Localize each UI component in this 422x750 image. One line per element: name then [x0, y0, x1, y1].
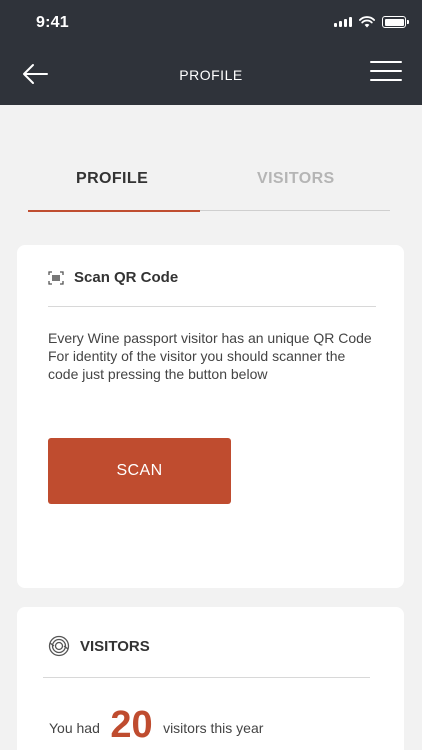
status-time: 9:41	[36, 14, 69, 31]
signal-icon	[334, 17, 352, 27]
active-tab-indicator	[28, 210, 200, 212]
tab-visitors[interactable]: VISITORS	[257, 170, 335, 188]
page-title: PROFILE	[179, 67, 243, 83]
menu-button[interactable]	[370, 61, 402, 83]
scan-description: Every Wine passport visitor has an uniqu…	[48, 330, 372, 382]
visitors-card-title: VISITORS	[80, 637, 150, 655]
tab-bar: PROFILE VISITORS	[28, 170, 390, 214]
status-icons	[334, 16, 409, 28]
visitors-card: VISITORS You had 20 visitors this year	[17, 607, 404, 750]
scan-card-title: Scan QR Code	[74, 269, 179, 286]
scan-card-divider	[48, 306, 376, 307]
tab-profile[interactable]: PROFILE	[76, 170, 148, 188]
qr-scan-icon	[48, 270, 64, 285]
wifi-icon	[359, 16, 375, 28]
battery-icon	[382, 16, 409, 28]
scan-button[interactable]: SCAN	[48, 438, 231, 504]
visitors-card-divider	[43, 677, 370, 678]
top-bar: 9:41 PROFILE	[0, 0, 422, 105]
visitors-suffix: visitors this year	[163, 720, 264, 736]
visitors-card-header: VISITORS	[48, 635, 150, 657]
visitors-count: 20	[110, 704, 153, 746]
scan-card-header: Scan QR Code	[48, 269, 178, 286]
scan-card: Scan QR Code Every Wine passport visitor…	[17, 245, 404, 588]
visitors-summary: You had 20 visitors this year	[49, 700, 264, 746]
menu-icon	[370, 61, 402, 63]
visitors-icon	[48, 635, 70, 657]
visitors-prefix: You had	[49, 720, 100, 736]
